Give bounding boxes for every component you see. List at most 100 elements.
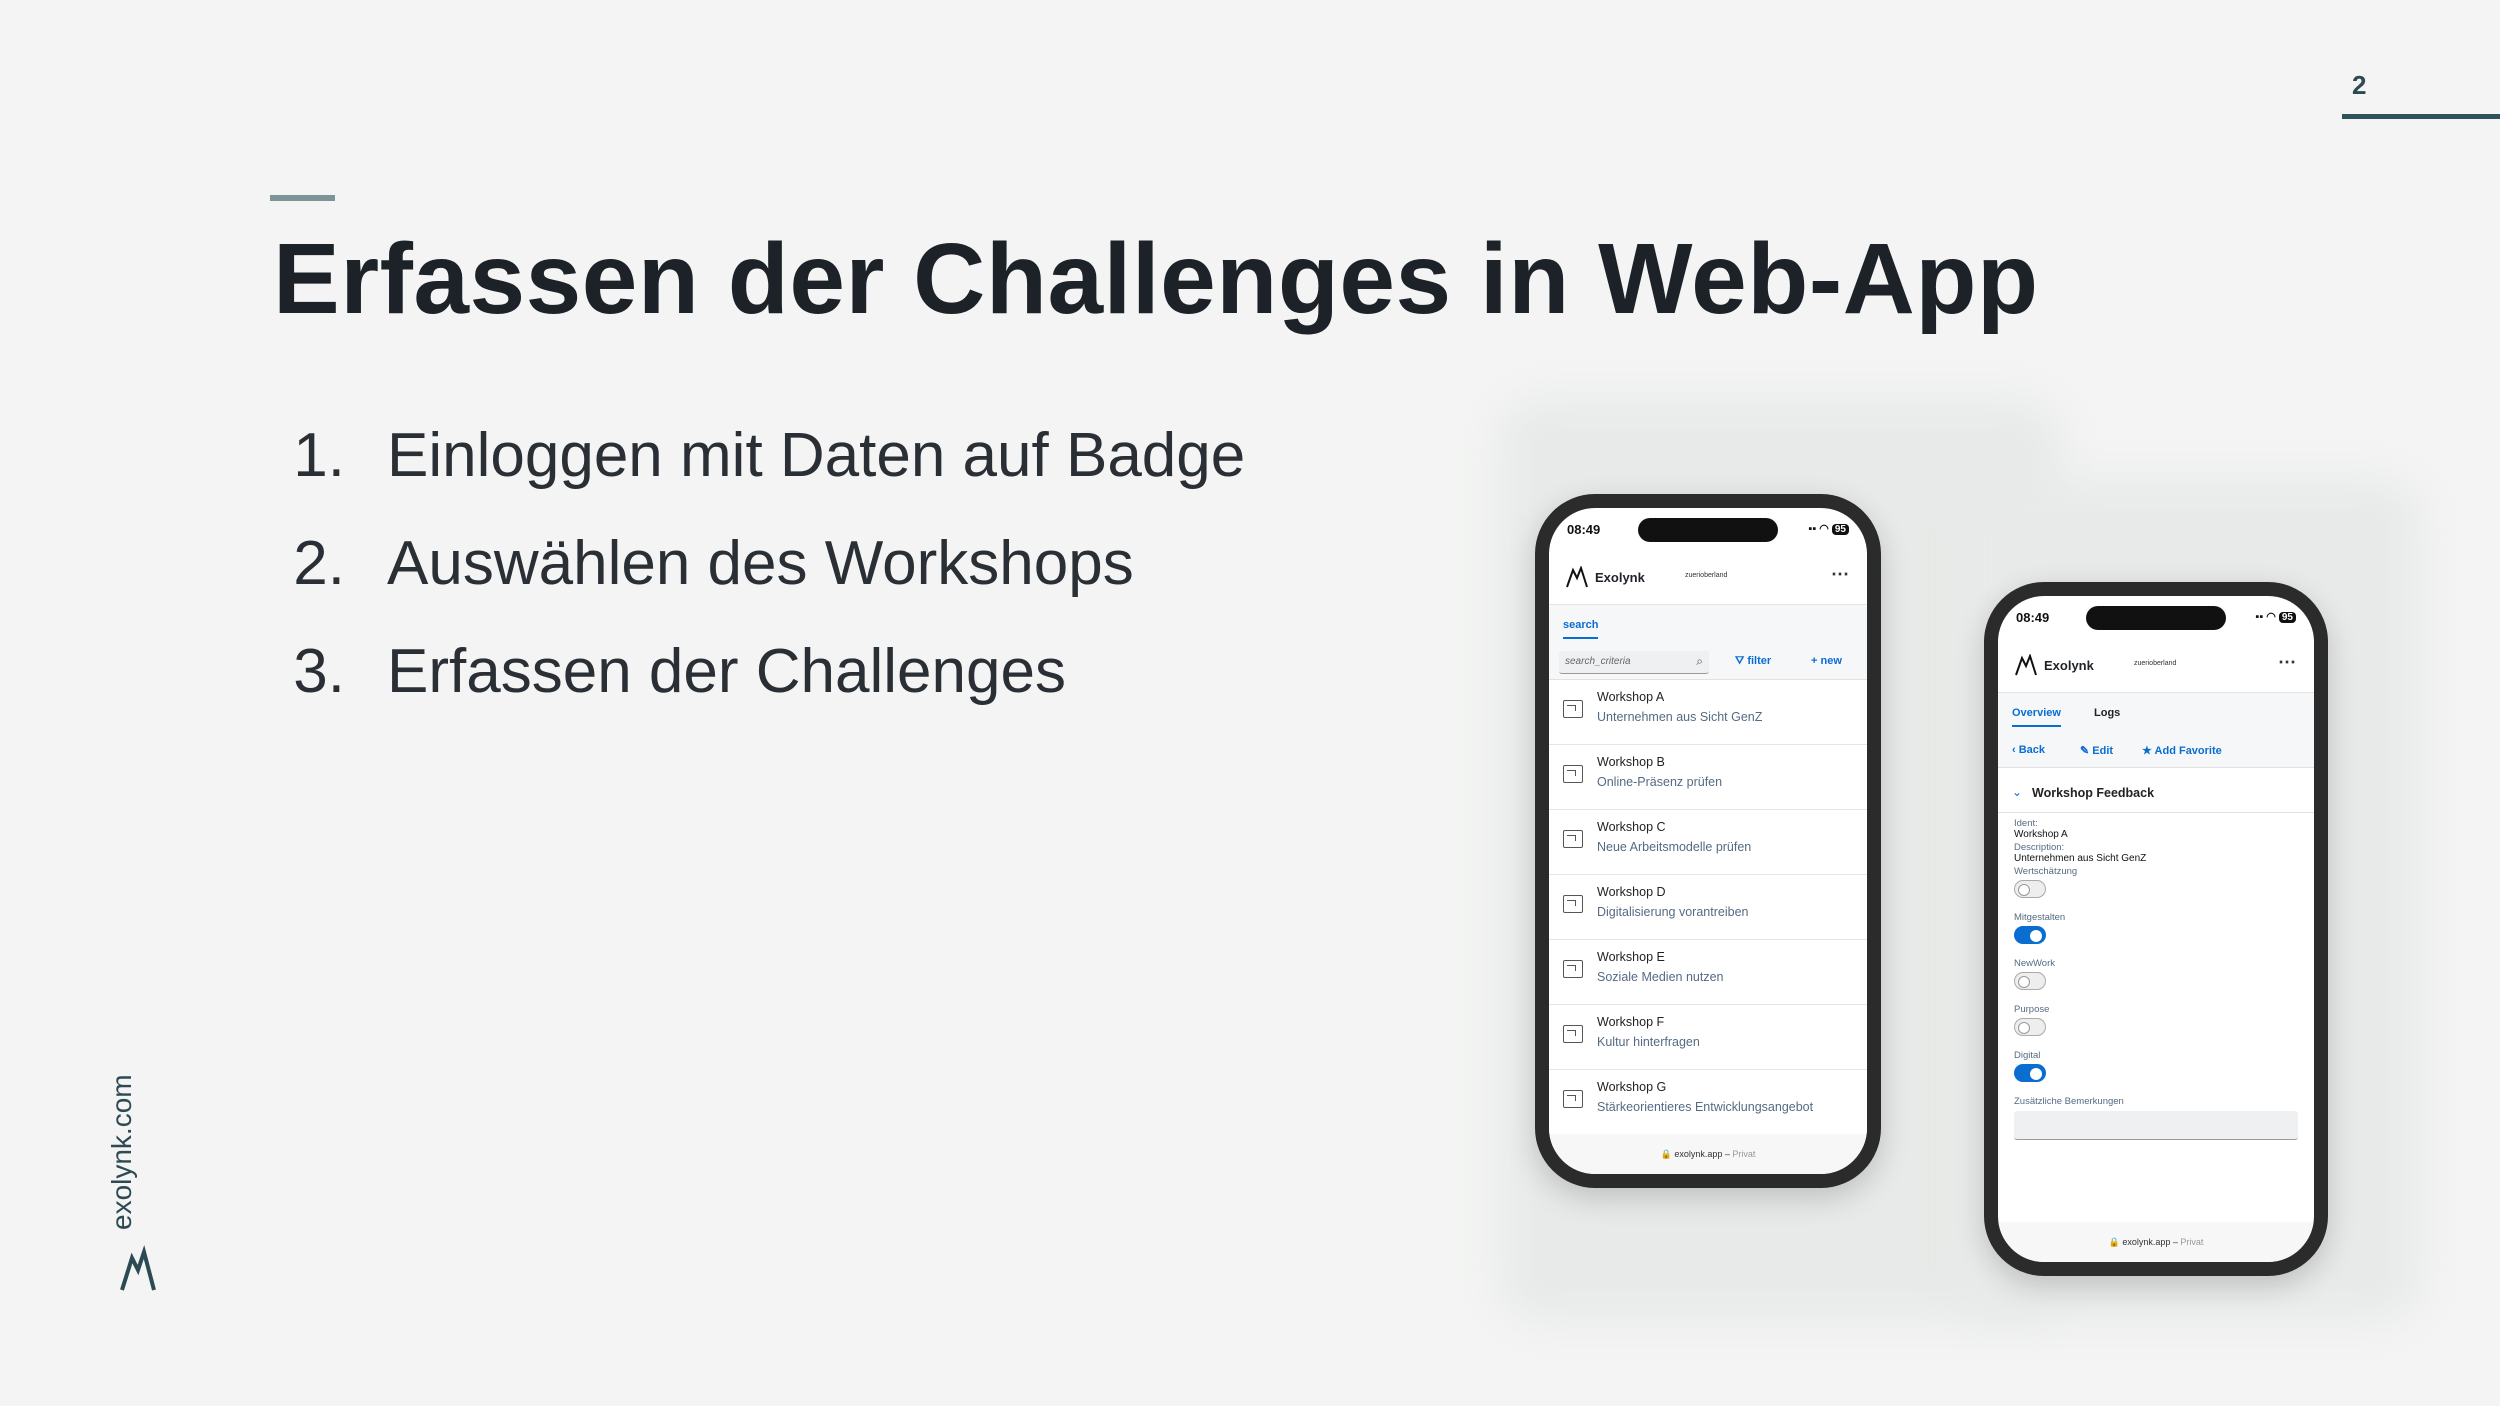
item-subtitle: Unternehmen aus Sicht GenZ bbox=[1597, 710, 1763, 724]
newwork-toggle[interactable] bbox=[2014, 972, 2046, 990]
brand-url: exolynk.com bbox=[106, 1074, 137, 1230]
description-value: Unternehmen aus Sicht GenZ bbox=[2014, 853, 2147, 864]
app-name: Exolynk bbox=[1595, 570, 1645, 585]
feedback-form: Ident: Workshop A Description: Unternehm… bbox=[2014, 818, 2298, 1140]
ident-label: Ident: bbox=[2014, 818, 2038, 829]
mitgestalten-toggle[interactable] bbox=[2014, 926, 2046, 944]
item-subtitle: Soziale Medien nutzen bbox=[1597, 970, 1724, 984]
workshop-icon bbox=[1563, 830, 1583, 848]
toggle-label: Digital bbox=[2014, 1050, 2041, 1061]
item-title: Workshop G bbox=[1597, 1080, 1667, 1094]
edit-button[interactable]: ✎ Edit bbox=[2080, 744, 2113, 757]
footer-private: Privat bbox=[2180, 1237, 2204, 1247]
purpose-toggle[interactable] bbox=[2014, 1018, 2046, 1036]
edit-label: Edit bbox=[2092, 745, 2114, 757]
step-number: 2. bbox=[293, 529, 345, 598]
star-icon: ★ bbox=[2142, 745, 2152, 757]
footer-private: Privat bbox=[1732, 1149, 1756, 1159]
list-item[interactable]: Workshop C Neue Arbeitsmodelle prüfen bbox=[1549, 810, 1867, 875]
toggle-label: Wertschätzung bbox=[2014, 866, 2078, 877]
section-header[interactable]: ⌄ Workshop Feedback bbox=[1998, 776, 2314, 813]
status-time: 08:49 bbox=[2016, 610, 2050, 625]
step-item: 3. Erfassen der Challenges bbox=[255, 636, 1245, 744]
step-text: Erfassen der Challenges bbox=[387, 637, 1066, 706]
browser-footer: 🔒 exolynk.app – Privat bbox=[1549, 1134, 1867, 1174]
tab-bar: search bbox=[1549, 605, 1867, 645]
search-icon[interactable]: ⌕ bbox=[1696, 654, 1703, 669]
digital-toggle[interactable] bbox=[2014, 1064, 2046, 1082]
item-subtitle: Stärkeorientieres Entwicklungsangebot bbox=[1597, 1100, 1814, 1114]
more-icon[interactable]: ⋯ bbox=[2278, 652, 2296, 673]
tab-search[interactable]: search bbox=[1563, 619, 1599, 639]
step-item: 2. Auswählen des Workshops bbox=[255, 528, 1245, 636]
list-item[interactable]: Workshop B Online-Präsenz prüfen bbox=[1549, 745, 1867, 810]
item-subtitle: Kultur hinterfragen bbox=[1597, 1035, 1700, 1049]
filter-icon: ⛛ bbox=[1735, 655, 1745, 667]
chevron-down-icon: ⌄ bbox=[2012, 785, 2023, 799]
remarks-textarea[interactable] bbox=[2014, 1111, 2298, 1140]
toggle-label: NewWork bbox=[2014, 958, 2055, 969]
item-title: Workshop C bbox=[1597, 820, 1666, 834]
lock-icon: 🔒 bbox=[1660, 1149, 1672, 1159]
list-item[interactable]: Workshop E Soziale Medien nutzen bbox=[1549, 940, 1867, 1005]
tab-overview[interactable]: Overview bbox=[2012, 707, 2061, 727]
step-number: 3. bbox=[293, 637, 345, 706]
search-placeholder: search_criteria bbox=[1565, 656, 1631, 667]
workshop-icon bbox=[1563, 960, 1583, 978]
org-name: zuerioberland bbox=[1685, 572, 1728, 579]
list-item[interactable]: Workshop D Digitalisierung vorantreiben bbox=[1549, 875, 1867, 940]
battery-icon: 95 bbox=[2278, 612, 2296, 623]
item-title: Workshop E bbox=[1597, 950, 1665, 964]
browser-footer: 🔒 exolynk.app – Privat bbox=[1998, 1222, 2314, 1262]
step-item: 1. Einloggen mit Daten auf Badge bbox=[255, 420, 1245, 528]
status-bar: 08:49 ▪▪ ◠ 95 bbox=[1567, 522, 1849, 542]
exolynk-logo-icon bbox=[1566, 566, 1588, 588]
item-title: Workshop F bbox=[1597, 1015, 1665, 1029]
tab-logs[interactable]: Logs bbox=[2094, 707, 2120, 719]
steps-list: 1. Einloggen mit Daten auf Badge 2. Auswäh… bbox=[255, 420, 1245, 744]
toggle-label: Mitgestalten bbox=[2014, 912, 2066, 923]
detail-actions: ‹ Back ✎ Edit ★ Add Favorite bbox=[1998, 733, 2314, 768]
page-number-underline bbox=[2342, 114, 2500, 119]
filter-button[interactable]: ⛛ filter bbox=[1735, 655, 1771, 668]
workshop-icon bbox=[1563, 765, 1583, 783]
step-text: Einloggen mit Daten auf Badge bbox=[387, 421, 1246, 490]
workshop-icon bbox=[1563, 895, 1583, 913]
title-accent-bar bbox=[270, 195, 335, 201]
app-name: Exolynk bbox=[2044, 658, 2094, 673]
step-number: 1. bbox=[293, 421, 345, 490]
org-name: zuerioberland bbox=[2134, 660, 2177, 667]
list-item[interactable]: Workshop A Unternehmen aus Sicht GenZ bbox=[1549, 680, 1867, 745]
item-subtitle: Digitalisierung vorantreiben bbox=[1597, 905, 1749, 919]
footer-url: exolynk.app bbox=[1674, 1149, 1723, 1159]
list-toolbar: search_criteria ⌕ ⛛ filter + new bbox=[1549, 645, 1867, 680]
phone-screen: 08:49 ▪▪ ◠ 95 Exolynk zuerioberland ⋯ sea… bbox=[1549, 508, 1867, 1174]
wertschaetzung-toggle[interactable] bbox=[2014, 880, 2046, 898]
item-title: Workshop A bbox=[1597, 690, 1665, 704]
section-title: Workshop Feedback bbox=[2032, 786, 2155, 800]
item-title: Workshop B bbox=[1597, 755, 1665, 769]
workshop-icon bbox=[1563, 1025, 1583, 1043]
favorite-label: Add Favorite bbox=[2154, 745, 2222, 757]
list-item[interactable]: Workshop G Stärkeorientieres Entwicklungs… bbox=[1549, 1070, 1867, 1135]
more-icon[interactable]: ⋯ bbox=[1831, 564, 1849, 585]
lock-icon: 🔒 bbox=[2108, 1237, 2120, 1247]
side-brand: exolynk.com bbox=[96, 1050, 176, 1300]
tab-bar: Overview Logs bbox=[1998, 693, 2314, 733]
phone-workshop-list: 08:49 ▪▪ ◠ 95 Exolynk zuerioberland ⋯ sea… bbox=[1535, 494, 1881, 1188]
workshop-icon bbox=[1563, 1090, 1583, 1108]
item-subtitle: Neue Arbeitsmodelle prüfen bbox=[1597, 840, 1752, 854]
back-button[interactable]: ‹ Back bbox=[2012, 744, 2045, 756]
pencil-icon: ✎ bbox=[2080, 745, 2090, 757]
footer-url: exolynk.app bbox=[2122, 1237, 2171, 1247]
status-icons: ▪▪ ◠ 95 bbox=[1808, 522, 1849, 535]
new-button[interactable]: + new bbox=[1811, 655, 1842, 667]
item-subtitle: Online-Präsenz prüfen bbox=[1597, 775, 1723, 789]
filter-label: filter bbox=[1747, 655, 1772, 667]
phone-workshop-detail: 08:49 ▪▪ ◠ 95 Exolynk zuerioberland ⋯ Ove… bbox=[1984, 582, 2328, 1276]
status-icons: ▪▪ ◠ 95 bbox=[2255, 610, 2296, 623]
description-label: Description: bbox=[2014, 842, 2065, 853]
list-item[interactable]: Workshop F Kultur hinterfragen bbox=[1549, 1005, 1867, 1070]
search-input[interactable]: search_criteria ⌕ bbox=[1559, 651, 1709, 674]
add-favorite-button[interactable]: ★ Add Favorite bbox=[2142, 744, 2222, 757]
